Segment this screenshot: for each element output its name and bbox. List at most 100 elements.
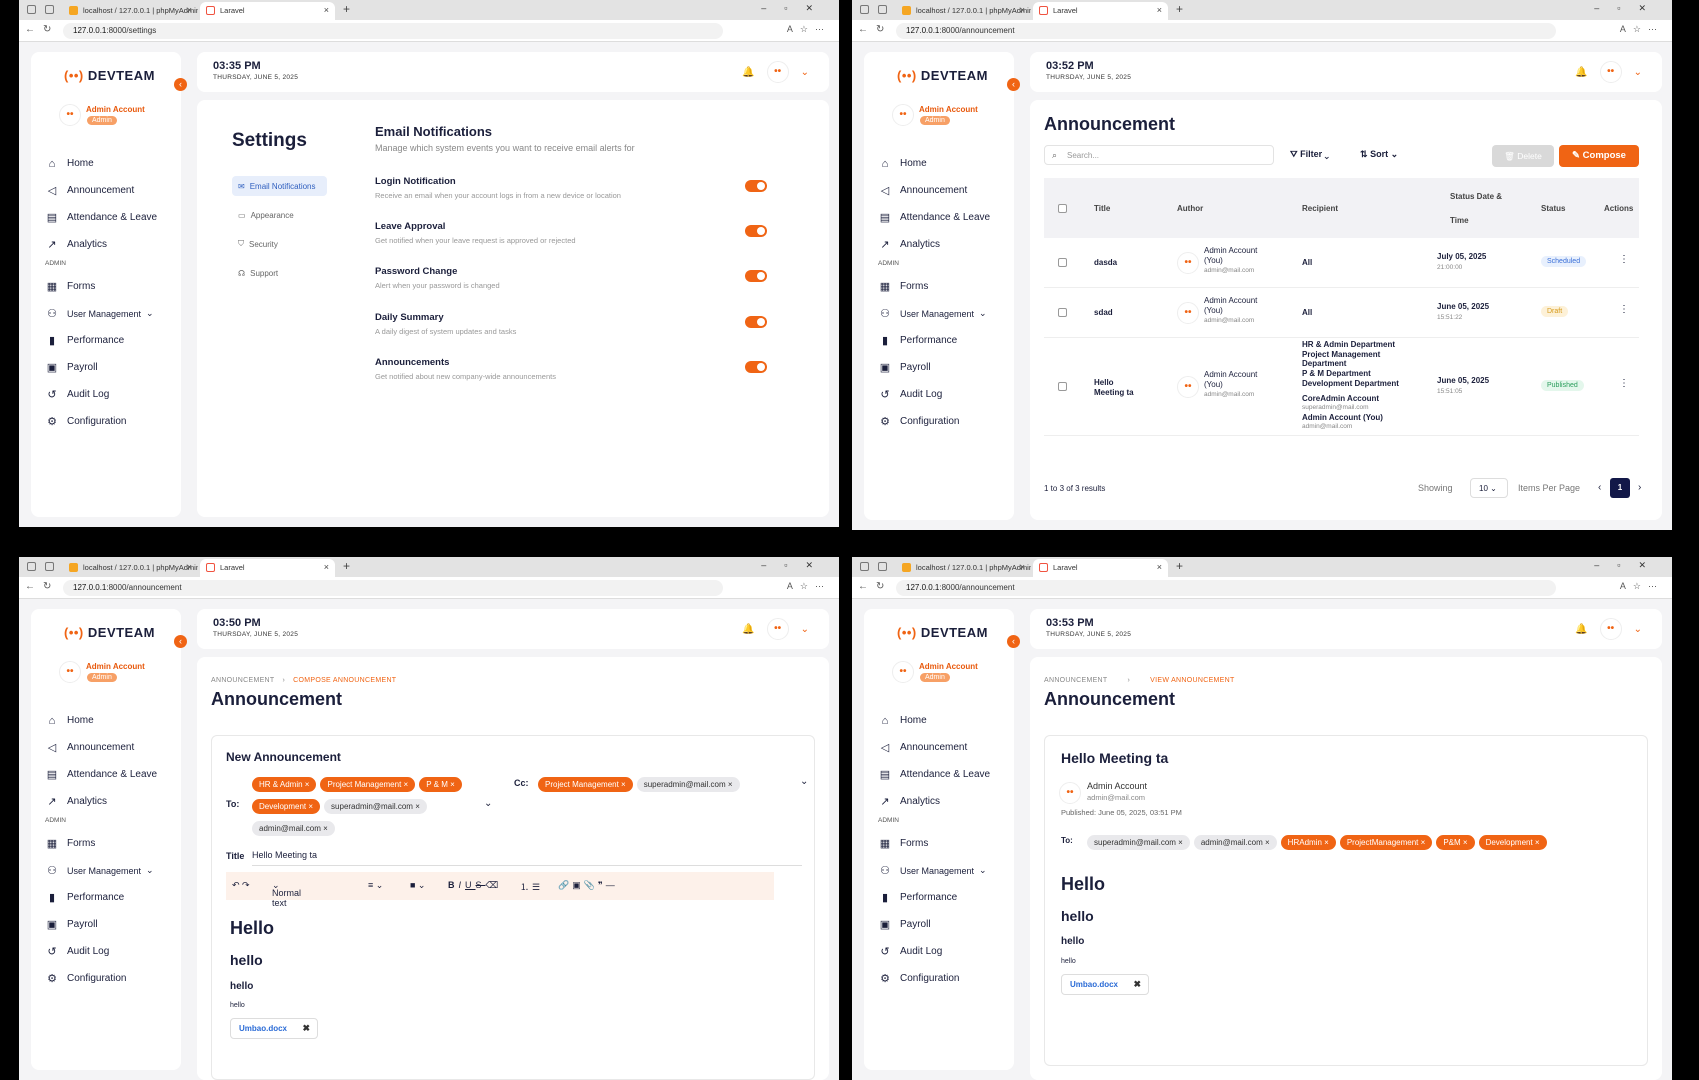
window-controls[interactable]: –▫✕ <box>1594 3 1664 14</box>
workspace-icon[interactable] <box>860 5 869 14</box>
new-tab-icon[interactable]: + <box>1176 559 1183 573</box>
settings-nav-support[interactable]: ☊ Support <box>232 263 327 283</box>
back-forward-icons[interactable]: ←↻ <box>25 581 59 592</box>
bell-icon[interactable]: 🔔 <box>1575 67 1587 78</box>
insert-icons[interactable]: 🔗▣📎❞— <box>558 880 618 891</box>
collapse-sidebar-button[interactable]: ‹ <box>174 78 187 91</box>
url-field[interactable]: 127.0.0.1:8000/announcement <box>63 580 723 596</box>
sidebar-item-attendance[interactable]: ▤ Attendance & Leave <box>878 761 1008 788</box>
select-all-checkbox[interactable] <box>1058 204 1067 213</box>
per-page-select[interactable]: 10 ⌄ <box>1470 478 1508 498</box>
tab-laravel[interactable]: Laravel × <box>200 2 335 20</box>
chevron-down-icon[interactable]: ⌄ <box>1634 624 1642 635</box>
workspace-icon[interactable] <box>27 562 36 571</box>
back-forward-icons[interactable]: ←↻ <box>25 24 59 35</box>
toggle-leave[interactable] <box>745 225 767 237</box>
sidebar-item-configuration[interactable]: ⚙ Configuration <box>878 408 1008 435</box>
remove-icon[interactable]: ✖ <box>1133 979 1141 990</box>
sidebar-item-audit-log[interactable]: ↺ Audit Log <box>878 381 1008 408</box>
user-avatar[interactable]: •• <box>1599 61 1622 83</box>
settings-nav-appearance[interactable]: ▭ Appearance <box>232 205 327 225</box>
tab-phpmyadmin[interactable]: localhost / 127.0.0.1 | phpMyAdmin × <box>63 559 198 577</box>
tab-phpmyadmin[interactable]: localhost / 127.0.0.1 | phpMyAdmin × <box>896 2 1031 20</box>
tab-laravel[interactable]: Laravel × <box>1033 559 1168 577</box>
prev-page-icon[interactable]: ‹ <box>1598 482 1601 493</box>
text-style-select[interactable]: Normal text ⌄ <box>272 880 301 908</box>
more-vertical-icon[interactable]: ⋮ <box>1619 378 1629 389</box>
profile[interactable]: •• Admin Account Admin <box>892 104 978 126</box>
remove-icon[interactable]: ✖ <box>302 1023 310 1034</box>
back-forward-icons[interactable]: ←↻ <box>858 24 892 35</box>
collapse-sidebar-button[interactable]: ‹ <box>1007 78 1020 91</box>
sidebar-item-user-management[interactable]: ⚇ User Management ⌄ <box>878 857 1008 884</box>
url-field[interactable]: 127.0.0.1:8000/announcement <box>896 580 1556 596</box>
chevron-down-icon[interactable]: ⌄ <box>1634 67 1642 78</box>
close-tab-icon[interactable]: × <box>1157 562 1162 572</box>
sidebar-item-audit-log[interactable]: ↺ Audit Log <box>878 938 1008 965</box>
new-tab-icon[interactable]: + <box>343 2 350 16</box>
sidebar-item-analytics[interactable]: ↗ Analytics <box>878 788 1008 815</box>
sidebar-item-attendance[interactable]: ▤ Attendance & Leave <box>878 204 1008 231</box>
title-input[interactable]: Hello Meeting ta <box>252 850 802 866</box>
cc-recipients[interactable]: Project Management × superadmin@mail.com … <box>538 774 744 792</box>
bell-icon[interactable]: 🔔 <box>742 624 754 635</box>
profile[interactable]: •• Admin Account Admin <box>892 661 978 683</box>
sidebar-item-performance[interactable]: ▮ Performance <box>878 327 1008 354</box>
search-input[interactable]: ⌕ Search... <box>1044 145 1274 165</box>
tab-actions-icon[interactable] <box>45 5 54 14</box>
toggle-login[interactable] <box>745 180 767 192</box>
sidebar-item-payroll[interactable]: ▣ Payroll <box>878 354 1008 381</box>
sidebar-item-home[interactable]: ⌂ Home <box>45 150 175 177</box>
sort-button[interactable]: ⇅ Sort ⌄ <box>1360 149 1398 160</box>
tab-phpmyadmin[interactable]: localhost / 127.0.0.1 | phpMyAdmin × <box>896 559 1031 577</box>
close-tab-icon[interactable]: × <box>187 562 192 572</box>
more-vertical-icon[interactable]: ⋮ <box>1619 304 1629 315</box>
sidebar-item-user-management[interactable]: ⚇ User Management ⌄ <box>45 857 175 884</box>
sidebar-item-payroll[interactable]: ▣ Payroll <box>878 911 1008 938</box>
page-1-button[interactable]: 1 <box>1610 478 1630 498</box>
url-field[interactable]: 127.0.0.1:8000/announcement <box>896 23 1556 39</box>
chip[interactable]: superadmin@mail.com × <box>636 777 740 792</box>
filter-button[interactable]: ⛛ Filter ⌄ <box>1290 149 1329 160</box>
sidebar-item-performance[interactable]: ▮ Performance <box>45 884 175 911</box>
chip[interactable]: Project Management × <box>538 777 633 792</box>
to-recipients[interactable]: HR & Admin × Project Management × P & M × … <box>252 774 492 836</box>
sidebar-item-attendance[interactable]: ▤ Attendance & Leave <box>45 761 175 788</box>
back-forward-icons[interactable]: ←↻ <box>858 581 892 592</box>
chip[interactable]: HR & Admin × <box>252 777 317 792</box>
tab-phpmyadmin[interactable]: localhost / 127.0.0.1 | phpMyAdmin × <box>63 2 198 20</box>
sidebar-item-configuration[interactable]: ⚙ Configuration <box>45 408 175 435</box>
toggle-password[interactable] <box>745 270 767 282</box>
close-tab-icon[interactable]: × <box>324 5 329 15</box>
browser-tools-icons[interactable]: A☆⋯ <box>1620 24 1664 35</box>
bell-icon[interactable]: 🔔 <box>742 67 754 78</box>
browser-tools-icons[interactable]: A☆⋯ <box>787 24 831 35</box>
sidebar-item-home[interactable]: ⌂ Home <box>45 707 175 734</box>
chevron-down-icon[interactable]: ⌄ <box>801 67 809 78</box>
bell-icon[interactable]: 🔔 <box>1575 624 1587 635</box>
sidebar-item-announcement[interactable]: ◁ Announcement <box>878 177 1008 204</box>
browser-tools-icons[interactable]: A☆⋯ <box>787 581 831 592</box>
tab-laravel[interactable]: Laravel × <box>1033 2 1168 20</box>
sidebar-item-home[interactable]: ⌂ Home <box>878 707 1008 734</box>
attachment[interactable]: Umbao.docx ✖ <box>1061 974 1149 995</box>
chevron-down-icon[interactable]: ⌄ <box>484 798 492 809</box>
new-tab-icon[interactable]: + <box>1176 2 1183 16</box>
table-row[interactable]: Hello Meeting ta •• Admin Account (You) … <box>1044 338 1639 436</box>
user-avatar[interactable]: •• <box>766 61 789 83</box>
tab-laravel[interactable]: Laravel × <box>200 559 335 577</box>
close-tab-icon[interactable]: × <box>324 562 329 572</box>
chip[interactable]: Development × <box>252 799 321 814</box>
row-checkbox[interactable] <box>1058 258 1067 267</box>
sidebar-item-audit-log[interactable]: ↺ Audit Log <box>45 381 175 408</box>
close-tab-icon[interactable]: × <box>1020 5 1025 15</box>
sidebar-item-user-management[interactable]: ⚇ User Management ⌄ <box>878 300 1008 327</box>
sidebar-item-analytics[interactable]: ↗ Analytics <box>45 788 175 815</box>
color-icon[interactable]: ■ ⌄ <box>410 880 425 891</box>
close-tab-icon[interactable]: × <box>1157 5 1162 15</box>
toggle-daily[interactable] <box>745 316 767 328</box>
tab-actions-icon[interactable] <box>878 5 887 14</box>
more-vertical-icon[interactable]: ⋮ <box>1619 254 1629 265</box>
user-avatar[interactable]: •• <box>766 618 789 640</box>
workspace-icon[interactable] <box>27 5 36 14</box>
